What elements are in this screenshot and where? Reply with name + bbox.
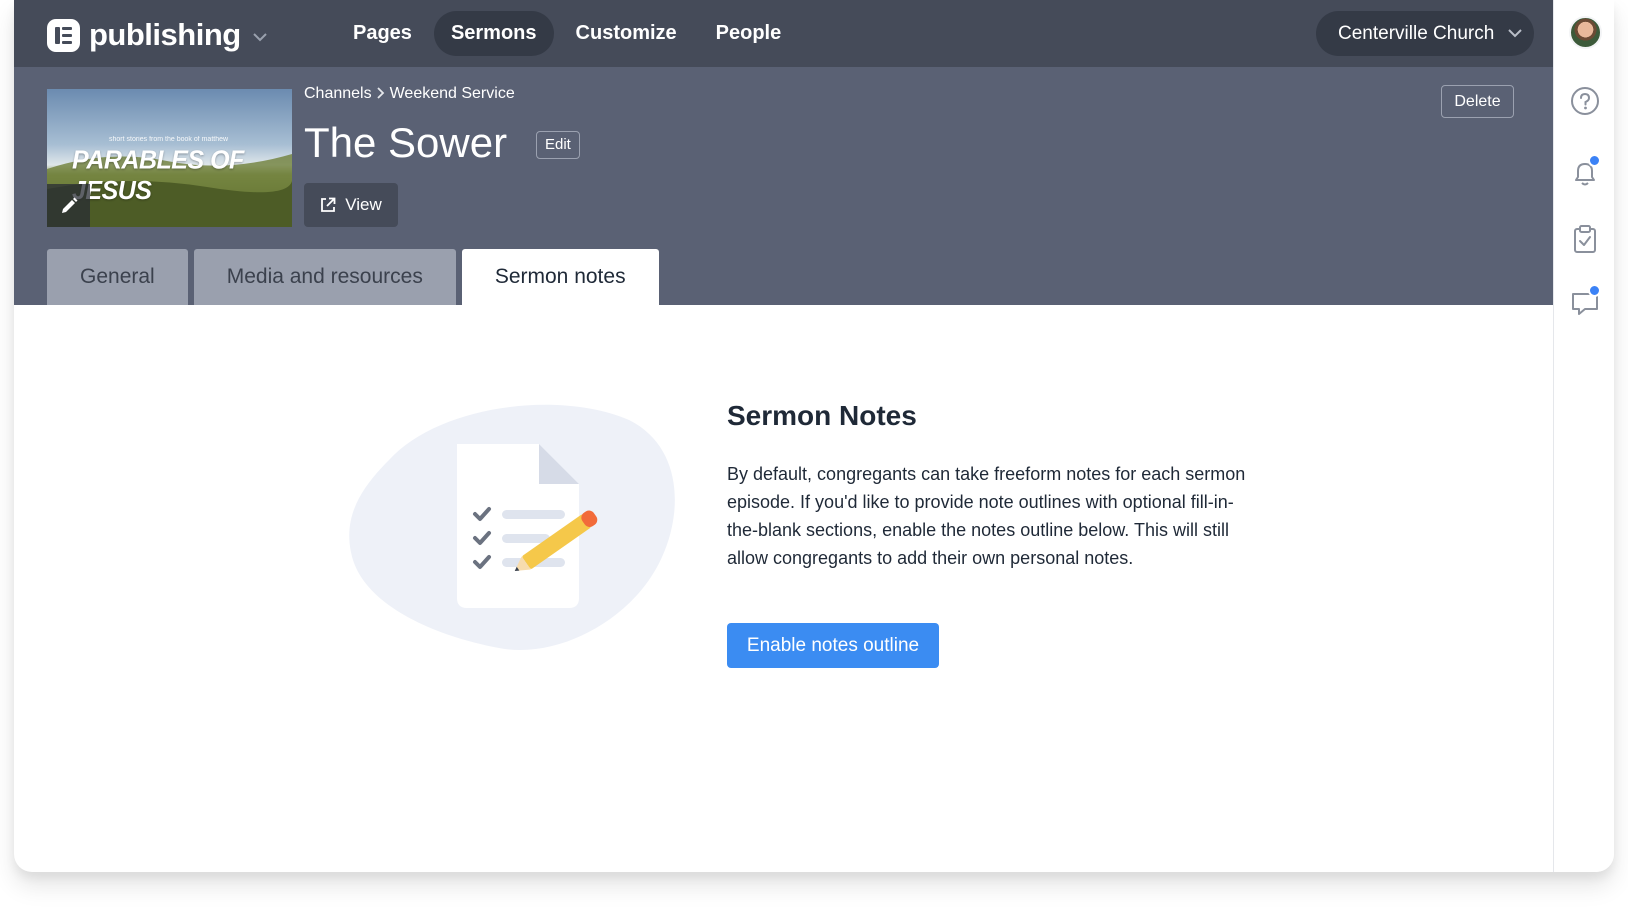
main-nav: Pages Sermons Customize People [336,11,803,56]
pencil-icon [61,197,77,213]
external-link-icon [321,197,336,212]
edit-title-button[interactable]: Edit [536,131,580,159]
episode-header: short stories from the book of matthew P… [14,67,1553,305]
bell-icon[interactable] [1568,154,1602,190]
nav-people[interactable]: People [699,11,799,56]
organization-switcher[interactable]: Centerville Church [1316,11,1534,56]
nav-sermons[interactable]: Sermons [433,11,554,56]
episode-thumbnail: short stories from the book of matthew P… [47,89,292,227]
breadcrumb-channels[interactable]: Channels [304,85,372,103]
app-switcher[interactable]: publishing [47,17,267,53]
thumbnail-subtitle: short stories from the book of matthew [109,136,229,143]
notes-illustration [349,404,675,651]
app-name: publishing [89,17,241,52]
tab-media-and-resources[interactable]: Media and resources [193,249,456,305]
delete-button[interactable]: Delete [1441,85,1514,118]
thumbnail-title: PARABLES OF JESUS [72,145,244,206]
clipboard-check-icon[interactable] [1568,222,1602,256]
section-heading: Sermon Notes [727,400,917,431]
avatar[interactable] [1569,16,1602,49]
view-button[interactable]: View [304,183,398,227]
nav-customize[interactable]: Customize [559,11,694,56]
edit-thumbnail-button[interactable] [47,184,90,227]
nav-pages[interactable]: Pages [336,11,429,56]
tab-sermon-notes[interactable]: Sermon notes [461,249,659,305]
organization-name: Centerville Church [1338,22,1495,44]
episode-tabs: General Media and resources Sermon notes [47,249,665,305]
breadcrumb: Channels Weekend Service [304,85,515,103]
top-nav: publishing Pages Sermons Customize Peopl… [14,0,1553,67]
chevron-down-icon [1508,26,1523,41]
breadcrumb-weekend-service[interactable]: Weekend Service [390,85,515,103]
chat-badge [1588,284,1601,297]
help-icon[interactable] [1568,84,1602,118]
chat-icon[interactable] [1568,284,1602,320]
section-description: By default, congregants can take freefor… [727,464,1246,568]
chevron-right-icon [376,86,385,102]
episode-title: The Sower [304,119,508,166]
notification-badge [1588,154,1601,167]
enable-notes-outline-button[interactable]: Enable notes outline [727,623,939,668]
chevron-down-icon [252,29,267,45]
publishing-logo-icon [47,18,80,52]
view-label: View [345,195,382,214]
app-window: publishing Pages Sermons Customize Peopl… [14,0,1614,872]
tab-general[interactable]: General [47,249,188,305]
right-rail [1553,0,1614,872]
